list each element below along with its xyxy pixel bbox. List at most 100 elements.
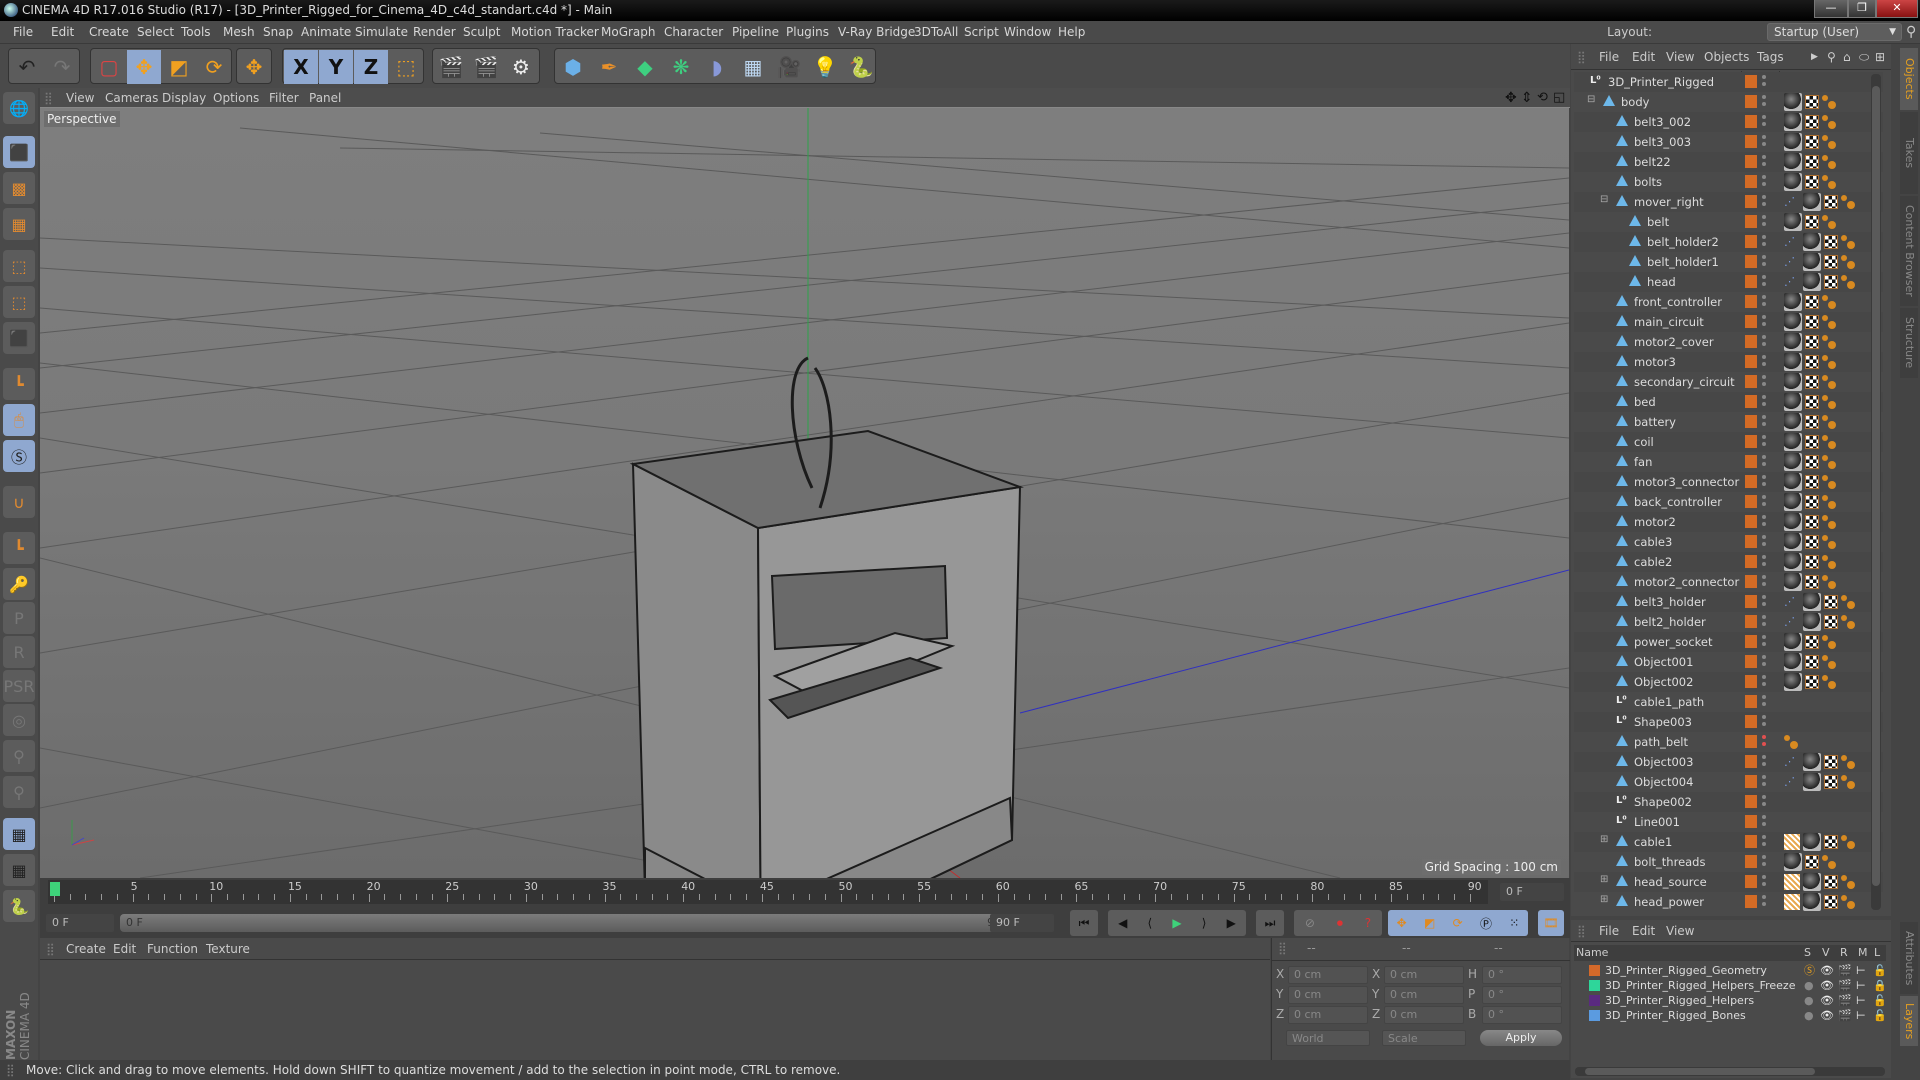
- object-row[interactable]: ⊞ head_source: [1574, 872, 1883, 892]
- render-icon[interactable]: 🎬: [1838, 993, 1852, 1008]
- object-row[interactable]: bed: [1574, 392, 1883, 412]
- layer-color-swatch[interactable]: [1745, 515, 1757, 528]
- material-tag-icon[interactable]: [1784, 413, 1802, 431]
- timeline-window-button[interactable]: 🎞: [1538, 910, 1564, 936]
- material-tag-icon[interactable]: [1803, 253, 1821, 271]
- toggle-icon[interactable]: ⬭: [1859, 44, 1869, 70]
- layer-color-swatch[interactable]: [1745, 715, 1757, 728]
- menu-mesh[interactable]: Mesh: [216, 21, 262, 44]
- object-row[interactable]: motor3_connector: [1574, 472, 1883, 492]
- visibility-dots[interactable]: [1762, 795, 1766, 809]
- layer-row[interactable]: 3D_Printer_Rigged_Helpers_Freeze ● 👁 🎬 ⊢ 🔒: [1581, 978, 1887, 993]
- visibility-dots[interactable]: [1762, 535, 1766, 549]
- object-row[interactable]: Object001: [1574, 652, 1883, 672]
- visibility-dots[interactable]: [1762, 415, 1766, 429]
- layer-color-swatch[interactable]: [1745, 735, 1757, 748]
- object-name[interactable]: belt2_holder: [1634, 612, 1706, 632]
- object-name[interactable]: battery: [1634, 412, 1676, 432]
- layer-color-swatch[interactable]: [1745, 155, 1757, 168]
- viewport-menu-display[interactable]: Display: [162, 88, 206, 108]
- uvw-tag-icon[interactable]: [1805, 315, 1819, 329]
- menu-character[interactable]: Character: [657, 21, 730, 44]
- object-row[interactable]: bolt_threads: [1574, 852, 1883, 872]
- material-tag-icon[interactable]: [1803, 773, 1821, 791]
- layer-color-swatch[interactable]: [1745, 235, 1757, 248]
- key-param-toggle[interactable]: Ⓟ: [1480, 915, 1492, 932]
- material-tag-icon[interactable]: [1784, 133, 1802, 151]
- visibility-dots[interactable]: [1762, 595, 1766, 609]
- menu-mograph[interactable]: MoGraph: [594, 21, 663, 44]
- layer-color-swatch[interactable]: [1745, 75, 1757, 88]
- pen-spline-button[interactable]: ✒: [592, 50, 626, 84]
- phong-tag-icon[interactable]: [1841, 835, 1855, 849]
- phong-tag-icon[interactable]: [1822, 315, 1836, 329]
- uvw-tag-icon[interactable]: [1805, 135, 1819, 149]
- layer-color-swatch[interactable]: [1745, 795, 1757, 808]
- material-tag-icon[interactable]: [1784, 153, 1802, 171]
- start-frame-field[interactable]: 0 F: [46, 914, 114, 932]
- object-name[interactable]: Object002: [1634, 672, 1693, 692]
- uvw-tag-icon[interactable]: [1805, 515, 1819, 529]
- visible-icon[interactable]: 👁: [1820, 993, 1834, 1008]
- layer-color-swatch[interactable]: [1745, 695, 1757, 708]
- visibility-dots[interactable]: [1762, 275, 1766, 289]
- layer-color-swatch[interactable]: [1745, 175, 1757, 188]
- menu-plugins[interactable]: Plugins: [779, 21, 836, 44]
- python-button[interactable]: 🐍: [844, 50, 878, 84]
- current-frame-field[interactable]: 0 F: [1500, 883, 1564, 901]
- object-name[interactable]: belt3_003: [1634, 132, 1691, 152]
- object-row[interactable]: back_controller: [1574, 492, 1883, 512]
- deformer-button[interactable]: ◗: [700, 50, 734, 84]
- search-icon[interactable]: ⚲: [1827, 44, 1836, 70]
- object-name[interactable]: head: [1647, 272, 1676, 292]
- visibility-dots[interactable]: [1762, 875, 1766, 889]
- menu-render[interactable]: Render: [406, 21, 463, 44]
- unlocked-icon[interactable]: 🔓: [1873, 963, 1887, 978]
- layer-color-swatch[interactable]: [1745, 435, 1757, 448]
- menu-help[interactable]: Help: [1051, 21, 1092, 44]
- material-tag-icon[interactable]: [1784, 113, 1802, 131]
- visibility-dots[interactable]: [1762, 755, 1766, 769]
- menu-tools[interactable]: Tools: [174, 21, 218, 44]
- object-row[interactable]: belt2_holder ⋰: [1574, 612, 1883, 632]
- key-pla-toggle[interactable]: ⁙: [1509, 916, 1519, 930]
- render-icon[interactable]: 🎬: [1838, 1008, 1852, 1023]
- uvw-tag-icon[interactable]: [1805, 415, 1819, 429]
- magnet-button[interactable]: ∪: [3, 486, 35, 518]
- object-name[interactable]: belt_holder2: [1647, 232, 1719, 252]
- rotation-field[interactable]: 0 °: [1482, 1006, 1562, 1024]
- object-name[interactable]: Shape003: [1634, 712, 1692, 732]
- material-tag-icon[interactable]: [1803, 233, 1821, 251]
- uvw-tag-icon[interactable]: [1824, 895, 1838, 909]
- visibility-dots[interactable]: [1762, 675, 1766, 689]
- manager-icon[interactable]: ⊢: [1856, 993, 1866, 1008]
- playhead[interactable]: [50, 882, 60, 896]
- uvw-tag-icon[interactable]: [1805, 375, 1819, 389]
- render-picture-viewer-button[interactable]: 🎬: [469, 50, 503, 84]
- edges-mode-button[interactable]: ⬚: [3, 286, 35, 318]
- model-mode-button[interactable]: ⬛: [3, 136, 35, 168]
- object-name[interactable]: coil: [1634, 432, 1654, 452]
- object-row[interactable]: motor2_connector: [1574, 572, 1883, 592]
- close-button[interactable]: ✕: [1876, 0, 1918, 18]
- layer-color-swatch[interactable]: [1745, 875, 1757, 888]
- size-field[interactable]: 0 cm: [1384, 1006, 1464, 1024]
- phong-tag-icon[interactable]: [1841, 755, 1855, 769]
- phong-tag-icon[interactable]: [1841, 895, 1855, 909]
- end-frame-field[interactable]: 90 F: [990, 914, 1054, 932]
- uvw-tag-icon[interactable]: [1824, 235, 1838, 249]
- uvw-tag-icon[interactable]: [1824, 195, 1838, 209]
- object-row[interactable]: fan: [1574, 452, 1883, 472]
- uvw-tag-icon[interactable]: [1824, 775, 1838, 789]
- material-tag-icon[interactable]: [1784, 673, 1802, 691]
- layer-name[interactable]: 3D_Printer_Rigged_Helpers_Freeze: [1605, 978, 1795, 993]
- selection-tag-icon[interactable]: ⋰: [1784, 755, 1800, 769]
- material-tag-icon[interactable]: [1803, 593, 1821, 611]
- object-row[interactable]: ⊞ head_power: [1574, 892, 1883, 912]
- object-row[interactable]: belt3_002: [1574, 112, 1883, 132]
- menu-edit[interactable]: Edit: [44, 21, 81, 44]
- uvw-tag-icon[interactable]: [1805, 635, 1819, 649]
- dolly-view-icon[interactable]: ⇕: [1521, 88, 1533, 108]
- object-row[interactable]: L⁰ Shape002: [1574, 792, 1883, 812]
- manager-icon[interactable]: ⊢: [1856, 963, 1866, 978]
